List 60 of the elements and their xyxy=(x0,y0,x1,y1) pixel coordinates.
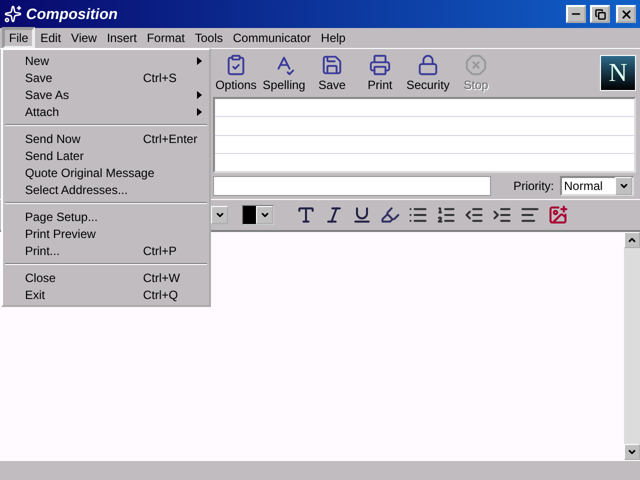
menu-item[interactable]: Print Preview xyxy=(3,225,209,242)
logo: N xyxy=(600,55,636,91)
menu-item[interactable]: Close Ctrl+W xyxy=(3,269,209,286)
caret-icon xyxy=(214,210,224,220)
color-picker[interactable] xyxy=(242,205,274,225)
toolbar-button[interactable]: Save xyxy=(309,51,355,95)
restore-button[interactable] xyxy=(590,5,610,23)
menu-title[interactable]: Edit xyxy=(35,29,66,47)
menu-item[interactable]: Print... Ctrl+P xyxy=(3,242,209,259)
menu-item[interactable]: Save Ctrl+S xyxy=(3,69,209,86)
menu-item[interactable]: Exit Ctrl+Q xyxy=(3,286,209,303)
menu-title[interactable]: Help xyxy=(316,29,351,47)
subject-field[interactable] xyxy=(213,176,491,196)
menu-title[interactable]: View xyxy=(66,29,102,47)
insert-image-icon[interactable] xyxy=(548,205,568,225)
scroll-up-icon[interactable] xyxy=(627,235,637,245)
scroll-down-icon[interactable] xyxy=(627,447,637,457)
bullet-list-icon[interactable] xyxy=(408,205,428,225)
menu-item[interactable]: Send Now Ctrl+Enter xyxy=(3,130,209,147)
printer-icon xyxy=(369,54,391,76)
toolbar-button[interactable]: Options xyxy=(213,51,259,95)
align-icon[interactable] xyxy=(520,205,540,225)
menu-item[interactable]: Send Later xyxy=(3,147,209,164)
bold-text-icon[interactable] xyxy=(296,205,316,225)
indent-icon[interactable] xyxy=(492,205,512,225)
menu-item[interactable]: Attach xyxy=(3,103,209,120)
app-icon xyxy=(4,5,22,23)
menu-title[interactable]: Communicator xyxy=(228,29,316,47)
window-title: Composition xyxy=(26,6,119,22)
menu-item[interactable]: Select Addresses... xyxy=(3,181,209,198)
close-icon xyxy=(620,8,632,20)
menu-item[interactable]: New xyxy=(3,52,209,69)
outdent-icon[interactable] xyxy=(464,205,484,225)
toolbar-button[interactable]: Security xyxy=(405,51,451,95)
scrollbar[interactable] xyxy=(624,232,640,460)
menu-title[interactable]: Insert xyxy=(102,29,142,47)
italic-icon[interactable] xyxy=(324,205,344,225)
menu-title[interactable]: Format xyxy=(142,29,190,47)
font-size-dropdown[interactable] xyxy=(211,206,228,224)
priority-dropdown[interactable]: Normal xyxy=(560,176,634,196)
numbered-list-icon[interactable] xyxy=(436,205,456,225)
menu-title[interactable]: Tools xyxy=(190,29,228,47)
underline-icon[interactable] xyxy=(352,205,372,225)
menu-item[interactable]: Save As xyxy=(3,86,209,103)
menu-item[interactable]: Page Setup... xyxy=(3,208,209,225)
minimize-button[interactable] xyxy=(566,5,586,23)
toolbar-button[interactable]: Spelling xyxy=(261,51,307,95)
caret-icon xyxy=(618,181,628,191)
close-button[interactable] xyxy=(616,5,636,23)
menu-item[interactable]: Quote Original Message xyxy=(3,164,209,181)
address-area[interactable] xyxy=(213,97,636,173)
priority-label: Priority: xyxy=(513,179,554,193)
lock-icon xyxy=(417,54,439,76)
clipboard-check-icon xyxy=(225,54,247,76)
stop-icon xyxy=(465,54,487,76)
toolbar-button[interactable]: Print xyxy=(357,51,403,95)
highlighter-icon[interactable] xyxy=(380,205,400,225)
restore-icon xyxy=(594,8,606,20)
save-icon xyxy=(321,54,343,76)
caret-icon xyxy=(260,210,270,220)
